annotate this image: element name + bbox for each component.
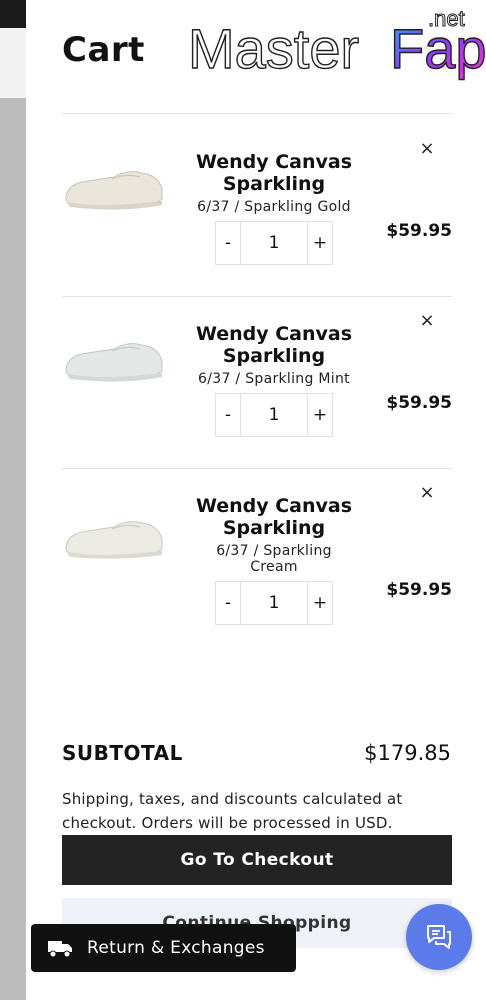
watermark-logo: Master Fap .net <box>187 6 486 81</box>
truck-icon <box>48 941 72 958</box>
item-name[interactable]: Wendy Canvas Sparkling <box>174 151 374 195</box>
backdrop-nav <box>0 28 26 98</box>
remove-item-button[interactable]: × <box>417 139 437 159</box>
increment-button[interactable]: + <box>308 394 332 436</box>
quantity-value[interactable]: 1 <box>240 222 308 264</box>
remove-item-button[interactable]: × <box>417 311 437 331</box>
subtotal-value: $179.85 <box>364 741 451 765</box>
remove-item-button[interactable]: × <box>417 483 437 503</box>
decrement-button[interactable]: - <box>216 582 240 624</box>
item-price: $59.95 <box>386 580 452 600</box>
cart-drawer: Cart Master Fap .net Wendy Canvas Sparkl… <box>26 0 486 1000</box>
cart-item: Wendy Canvas Sparkling 6/37 / Sparkling … <box>62 113 452 285</box>
shoe-cream-image <box>65 521 163 559</box>
chat-widget-button[interactable] <box>406 904 472 970</box>
item-name[interactable]: Wendy Canvas Sparkling <box>174 323 374 367</box>
decrement-button[interactable]: - <box>216 394 240 436</box>
svg-text:.net: .net <box>428 6 465 31</box>
shoe-mint-image <box>65 343 163 382</box>
quantity-value[interactable]: 1 <box>240 394 308 436</box>
checkout-note: Shipping, taxes, and discounts calculate… <box>62 790 403 832</box>
backdrop-header <box>0 0 26 28</box>
svg-text:Master: Master <box>188 17 359 80</box>
quantity-stepper: - 1 + <box>215 581 333 625</box>
cart-item: Wendy Canvas Sparkling 6/37 / Sparkling … <box>62 285 452 457</box>
quantity-stepper: - 1 + <box>215 221 333 265</box>
returns-widget-label: Return & Exchanges <box>87 938 265 958</box>
backdrop-overlay[interactable] <box>0 98 26 1000</box>
increment-button[interactable]: + <box>308 582 332 624</box>
checkout-button[interactable]: Go To Checkout <box>62 835 452 885</box>
shoe-gold-image <box>65 171 163 210</box>
chat-icon <box>427 925 451 949</box>
item-name[interactable]: Wendy Canvas Sparkling <box>174 495 374 539</box>
subtotal-label: SUBTOTAL <box>62 741 183 765</box>
increment-button[interactable]: + <box>308 222 332 264</box>
item-variant: 6/37 / Sparkling Gold <box>197 199 351 215</box>
returns-widget-button[interactable]: Return & Exchanges <box>31 924 296 972</box>
quantity-stepper: - 1 + <box>215 393 333 437</box>
decrement-button[interactable]: - <box>216 222 240 264</box>
item-variant: 6/37 / Sparkling Mint <box>198 371 350 387</box>
item-price: $59.95 <box>386 393 452 413</box>
item-variant: 6/37 / Sparkling Cream <box>216 543 332 575</box>
cart-item: Wendy Canvas Sparkling 6/37 / Sparkling … <box>62 457 452 629</box>
quantity-value[interactable]: 1 <box>240 582 308 624</box>
cart-title: Cart <box>62 30 145 70</box>
item-price: $59.95 <box>386 221 452 241</box>
